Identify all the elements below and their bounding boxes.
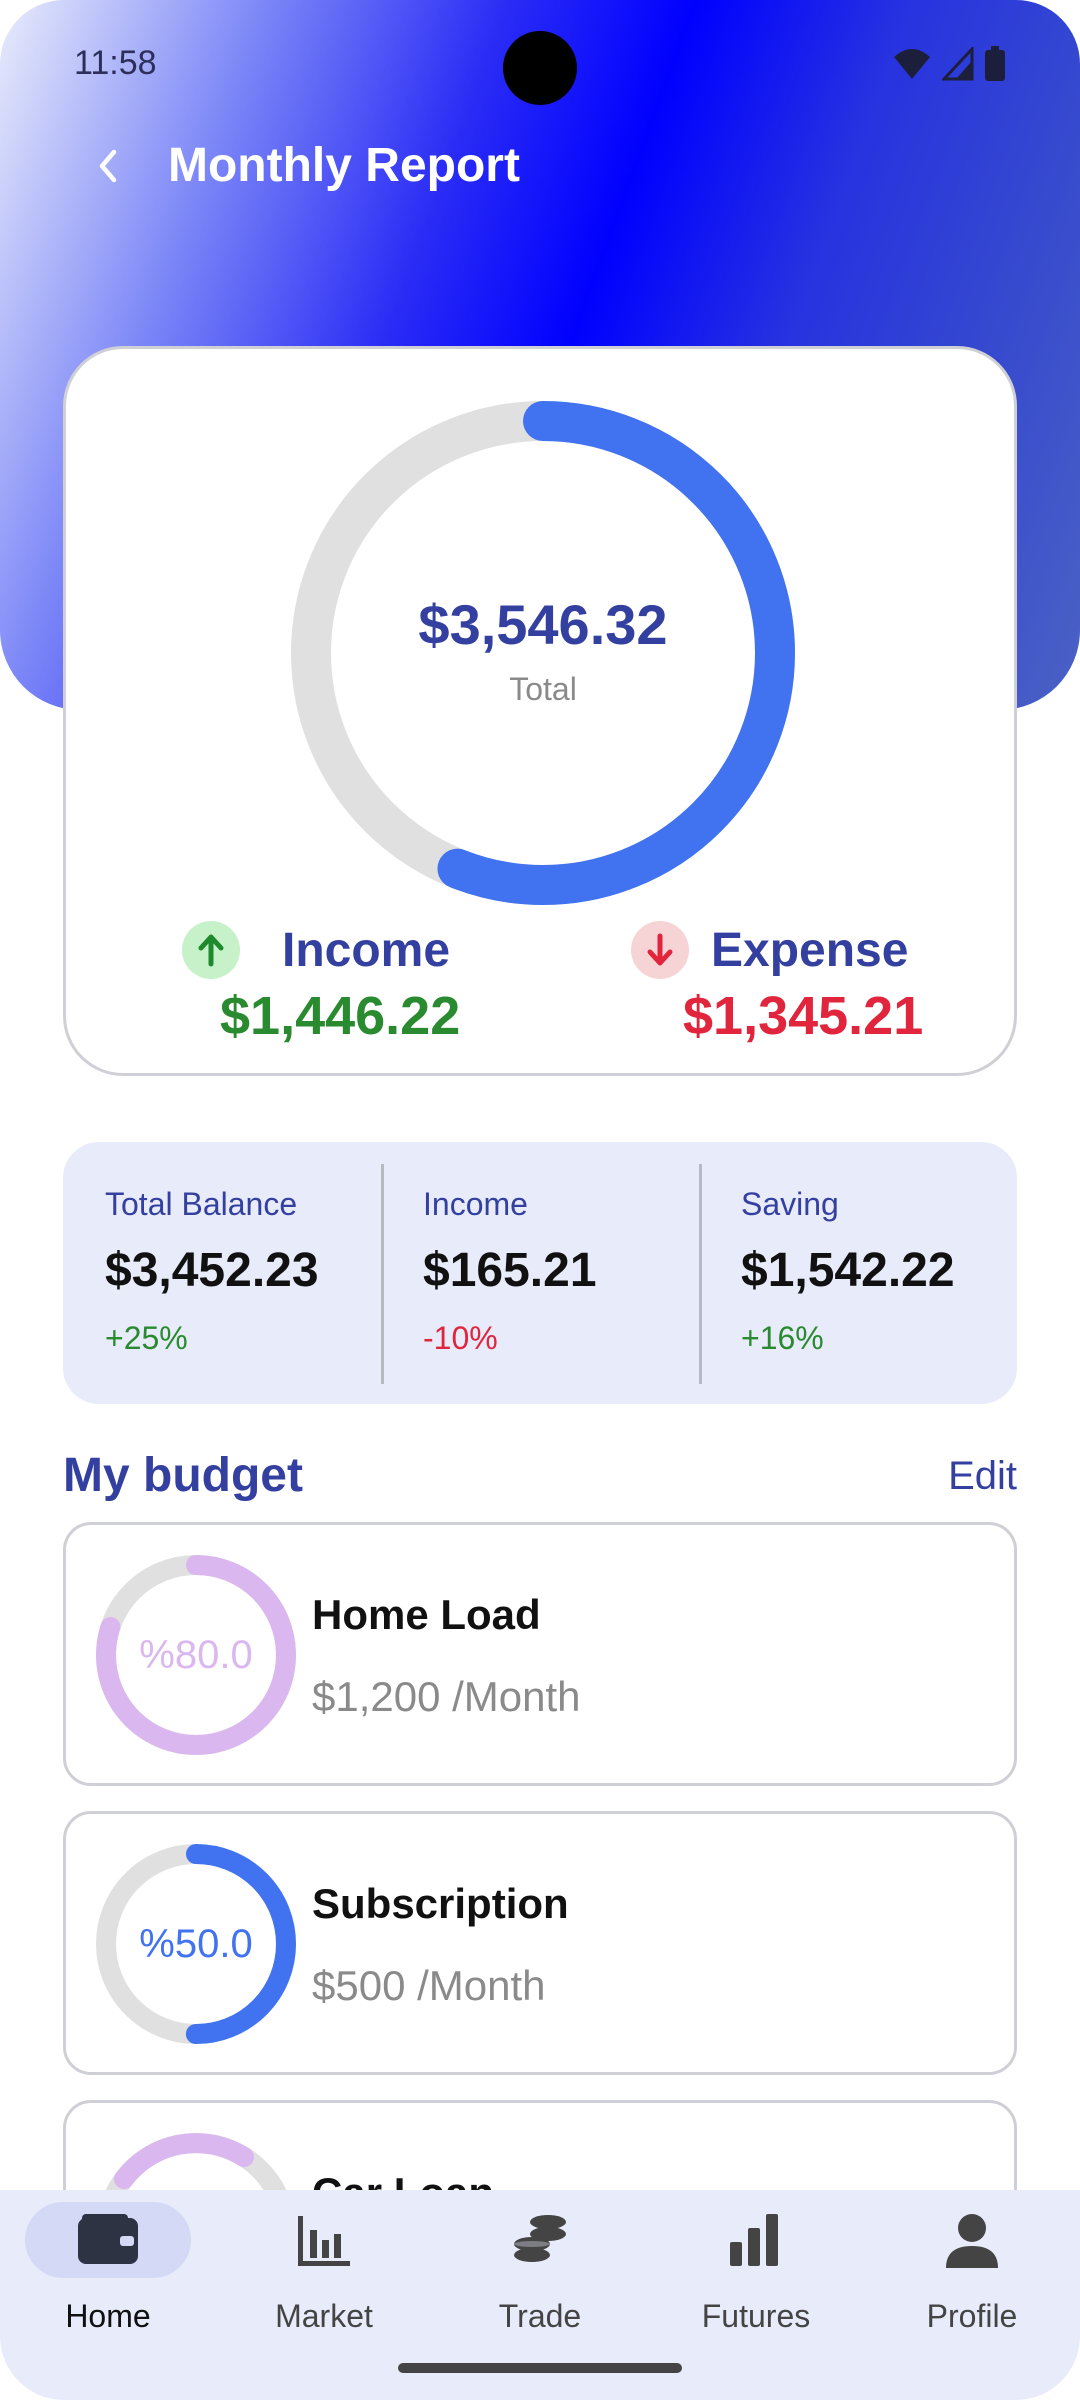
income-label: Income [282,923,451,977]
income-summary: Income $1,446.22 [182,921,460,1047]
expense-value: $1,345.21 [683,986,924,1046]
stat-value: $3,452.23 [105,1244,319,1297]
stat-value: $1,542.22 [741,1244,955,1297]
cell-signal-icon [942,47,974,81]
back-button[interactable] [80,138,136,194]
status-icons [892,46,1006,82]
edit-budget-link[interactable]: Edit [948,1454,1017,1499]
budget-percent: %50.0 [139,1921,253,1966]
arrow-down-icon [631,921,689,979]
stat-change: -10% [423,1320,498,1356]
battery-icon [985,46,1005,81]
screen: 11:58 Monthly Report $3,546.32 Total Inc… [0,0,1080,2400]
budget-item-subscription[interactable]: %50.0 Subscription $500 /Month [63,1811,1017,2075]
stat-label: Saving [741,1186,839,1222]
income-value: $1,446.22 [220,986,461,1046]
budget-amount: $500 /Month [312,1962,546,2009]
page-title: Monthly Report [168,139,520,192]
wallet-icon [78,2214,138,2264]
nav-label: Futures [701,2298,811,2334]
person-icon [946,2214,998,2268]
nav-profile[interactable]: Profile [872,2190,1072,2400]
total-donut-chart: $3,546.32 Total [291,401,795,905]
stat-label: Total Balance [105,1186,298,1222]
expense-label: Expense [711,923,909,977]
summary-card: $3,546.32 Total Income $1,446.22 Expense… [63,346,1017,1076]
stat-total-balance: Total Balance $3,452.23 +25% [63,1142,381,1404]
budget-percent: %80.0 [139,1632,253,1677]
stat-label: Income [423,1186,528,1222]
arrow-up-icon [182,921,240,979]
bar-chart-icon [298,2216,350,2266]
budget-name: Subscription [312,1880,569,1927]
signal-bars-icon [730,2214,778,2266]
stat-value: $165.21 [423,1244,597,1297]
nav-market[interactable]: Market [224,2190,424,2400]
stat-saving: Saving $1,542.22 +16% [699,1142,1017,1404]
home-indicator[interactable] [398,2363,682,2373]
status-time: 11:58 [74,44,157,82]
coins-icon [514,2215,566,2262]
budget-amount: $1,200 /Month [312,1673,581,1720]
nav-label: Home [65,2298,151,2334]
expense-summary: Expense $1,345.21 [631,921,923,1047]
chevron-left-icon [99,149,117,183]
budget-item-home-load[interactable]: %80.0 Home Load $1,200 /Month [63,1522,1017,1786]
nav-label: Market [275,2298,373,2334]
nav-futures[interactable]: Futures [656,2190,856,2400]
budget-heading: My budget [63,1449,303,1502]
stat-change: +25% [105,1320,188,1356]
camera-cutout [503,31,577,105]
stat-income: Income $165.21 -10% [381,1142,699,1404]
wifi-icon [894,49,930,79]
budget-name: Home Load [312,1591,541,1638]
stats-card: Total Balance $3,452.23 +25% Income $165… [63,1142,1017,1404]
total-label: Total [509,671,577,707]
nav-label: Profile [926,2298,1018,2334]
stat-change: +16% [741,1320,824,1356]
nav-home[interactable]: Home [8,2190,208,2400]
total-amount: $3,546.32 [418,593,668,656]
nav-label: Trade [498,2298,582,2334]
